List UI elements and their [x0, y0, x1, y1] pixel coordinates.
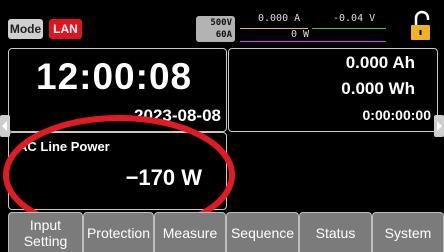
tab-sequence[interactable]: Sequence — [226, 212, 299, 252]
tab-input-setting-label: Input Setting — [23, 216, 68, 249]
tab-measure-label: Measure — [162, 224, 218, 241]
tab-input-setting[interactable]: Input Setting — [8, 212, 83, 252]
tab-system-label: System — [384, 224, 432, 241]
tab-protection[interactable]: Protection — [83, 212, 154, 252]
tab-protection-label: Protection — [86, 224, 151, 241]
tab-measure[interactable]: Measure — [154, 212, 226, 252]
tab-status[interactable]: Status — [299, 212, 372, 252]
tab-status-label: Status — [315, 224, 356, 241]
tab-system[interactable]: System — [372, 212, 444, 252]
tab-sequence-label: Sequence — [230, 224, 295, 241]
